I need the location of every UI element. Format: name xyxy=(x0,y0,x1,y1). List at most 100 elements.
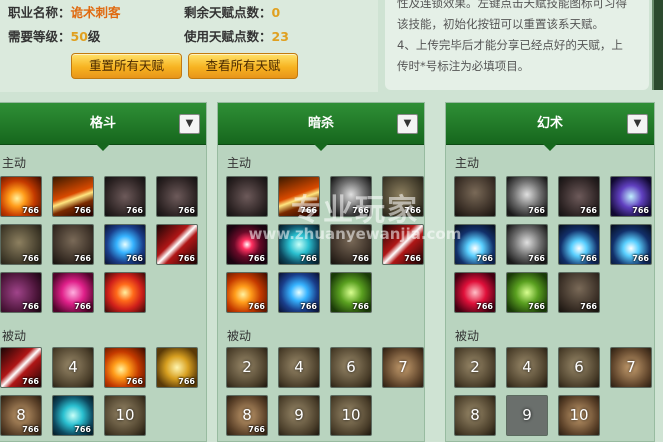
cyan-burst-icon[interactable]: 766 xyxy=(52,395,94,436)
passive-icon[interactable]: 8 766 xyxy=(0,395,42,436)
red-mark-icon[interactable]: 766 xyxy=(382,224,424,265)
required-level-label: 需要等级： xyxy=(8,29,71,44)
gold-warrior-icon[interactable]: 766 xyxy=(156,347,198,388)
passive-icon[interactable]: 8 766 xyxy=(226,395,268,436)
target-icon[interactable]: 766 xyxy=(226,224,268,265)
purple-mist-icon[interactable]: 766 xyxy=(0,272,42,313)
active-skills-label: 主动 xyxy=(2,156,27,170)
talent-number: 8 xyxy=(470,406,480,424)
reset-all-talents-button[interactable]: 重置所有天赋 xyxy=(71,53,182,79)
fire-strike-icon[interactable]: 766 xyxy=(0,176,42,217)
crescent-icon[interactable]: 766 xyxy=(558,176,600,217)
blue-blade-icon[interactable]: 766 xyxy=(278,272,320,313)
red-warrior-icon[interactable]: 766 xyxy=(104,347,146,388)
chain-hook-icon[interactable]: 766 xyxy=(0,224,42,265)
pink-dagger-icon[interactable]: 766 xyxy=(52,272,94,313)
blue-dagger-icon[interactable]: 766 xyxy=(104,224,146,265)
talent-number: 4 xyxy=(294,358,304,376)
talent-number: 9 xyxy=(294,406,304,424)
ghost-icon[interactable]: 766 xyxy=(330,176,372,217)
talent-tree-header: 幻术 ▼ xyxy=(446,103,654,151)
dropdown-arrow-button[interactable]: ▼ xyxy=(627,114,648,134)
skull-icon[interactable]: 766 xyxy=(506,224,548,265)
talent-tree-panel: 暗杀 ▼ 主动 766 766 766 766 766 766 766 766 766 766 被动 2 4 6… xyxy=(217,102,425,442)
talent-number: 10 xyxy=(341,406,361,424)
passive-icon[interactable]: 4 xyxy=(52,347,94,388)
shadow-walk-icon[interactable]: 766 xyxy=(506,176,548,217)
crossed-blades-icon[interactable]: 766 xyxy=(226,272,268,313)
dark-beast-icon[interactable]: 766 xyxy=(330,224,372,265)
skill-level-badge: 766 xyxy=(476,302,493,311)
remaining-points-value: 0 xyxy=(271,5,281,20)
used-points-value: 23 xyxy=(271,29,289,44)
used-points-row: 使用天赋点数：23 xyxy=(184,26,289,45)
rope-icon[interactable]: 766 xyxy=(382,176,424,217)
sword-slash-icon[interactable]: 766 xyxy=(52,176,94,217)
dropdown-arrow-button[interactable]: ▼ xyxy=(179,114,200,134)
skill-level-badge: 766 xyxy=(352,254,369,263)
skill-level-badge: 766 xyxy=(74,206,91,215)
talent-info-panel: 职业名称：诡术刺客 剩余天赋点数：0 需要等级：50级 使用天赋点数：23 重置… xyxy=(0,0,378,92)
passive-icon[interactable]: 10 xyxy=(330,395,372,436)
dropdown-arrow-button[interactable]: ▼ xyxy=(397,114,418,134)
passive-icon[interactable]: 2 xyxy=(226,347,268,388)
skill-level-badge: 766 xyxy=(580,302,597,311)
class-value: 诡术刺客 xyxy=(70,5,121,20)
red-sword-icon[interactable]: 766 xyxy=(0,347,42,388)
passive-icon[interactable]: 8 xyxy=(454,395,496,436)
active-skills-grid: 766 766 766 766 766 766 766 766 766 766 xyxy=(226,176,424,313)
red-skull-icon[interactable]: 766 xyxy=(454,272,496,313)
passive-icon[interactable]: 4 xyxy=(506,347,548,388)
passive-icon[interactable]: 10 xyxy=(104,395,146,436)
talent-tree-panel: 格斗 ▼ 主动 766 766 766 766 766 766 766 766 766 766 被动 766… xyxy=(0,102,207,442)
passive-icon[interactable]: 4 xyxy=(278,347,320,388)
dark-hand-icon[interactable] xyxy=(454,176,496,217)
talent-number: 6 xyxy=(574,358,584,376)
red-blade-icon[interactable]: 766 xyxy=(156,224,198,265)
skill-level-badge: 766 xyxy=(404,206,421,215)
passive-icon[interactable]: 7 xyxy=(610,347,652,388)
halo-head-icon[interactable]: 766 xyxy=(610,224,652,265)
passive-icon[interactable]: 9 xyxy=(506,395,548,436)
dark-orb-icon[interactable]: 766 xyxy=(558,272,600,313)
passive-icon[interactable]: 10 xyxy=(558,395,600,436)
talent-number: 8 xyxy=(16,406,26,424)
skill-level-badge: 766 xyxy=(352,302,369,311)
cyan-figure-icon[interactable]: 766 xyxy=(278,224,320,265)
skill-level-badge: 766 xyxy=(126,254,143,263)
shadow-clones-icon[interactable]: 766 xyxy=(330,272,372,313)
talent-number: 7 xyxy=(398,358,408,376)
green-figure-icon[interactable]: 766 xyxy=(506,272,548,313)
passive-skills-grid: 2 4 6 7 8 9 10 xyxy=(454,347,652,436)
shadow-figure-icon[interactable]: 766 xyxy=(52,224,94,265)
skill-level-badge: 766 xyxy=(22,302,39,311)
passive-icon[interactable]: 6 xyxy=(558,347,600,388)
skill-level-badge: 766 xyxy=(74,425,91,434)
skill-level-badge: 766 xyxy=(632,254,649,263)
skill-level-badge: 766 xyxy=(248,254,265,263)
passive-icon[interactable]: 9 xyxy=(278,395,320,436)
passive-skills-label: 被动 xyxy=(455,329,480,343)
skill-level-badge: 766 xyxy=(632,206,649,215)
blue-spirit-icon[interactable]: 766 xyxy=(454,224,496,265)
required-level-unit: 级 xyxy=(87,29,101,44)
talent-number: 10 xyxy=(115,406,135,424)
talent-number: 4 xyxy=(522,358,532,376)
shadow-claw-icon[interactable]: 766 xyxy=(156,176,198,217)
required-level-value: 50 xyxy=(70,29,88,44)
passive-icon[interactable]: 7 xyxy=(382,347,424,388)
dark-swirl-icon[interactable]: 766 xyxy=(104,176,146,217)
golden-slash-icon[interactable]: 766 xyxy=(278,176,320,217)
talent-number: 7 xyxy=(626,358,636,376)
passive-icon[interactable]: 6 xyxy=(330,347,372,388)
blue-head-icon[interactable]: 766 xyxy=(558,224,600,265)
passive-icon[interactable]: 2 xyxy=(454,347,496,388)
skill-level-badge: 766 xyxy=(352,206,369,215)
required-level-row: 需要等级：50级 xyxy=(8,26,100,45)
talent-tree-header: 格斗 ▼ xyxy=(0,103,206,151)
fire-swirl-icon[interactable] xyxy=(104,272,146,313)
demon-face-icon[interactable]: 766 xyxy=(610,176,652,217)
view-all-talents-button[interactable]: 查看所有天赋 xyxy=(188,53,298,79)
skill-level-badge: 766 xyxy=(178,254,195,263)
shadow-strike-icon[interactable] xyxy=(226,176,268,217)
